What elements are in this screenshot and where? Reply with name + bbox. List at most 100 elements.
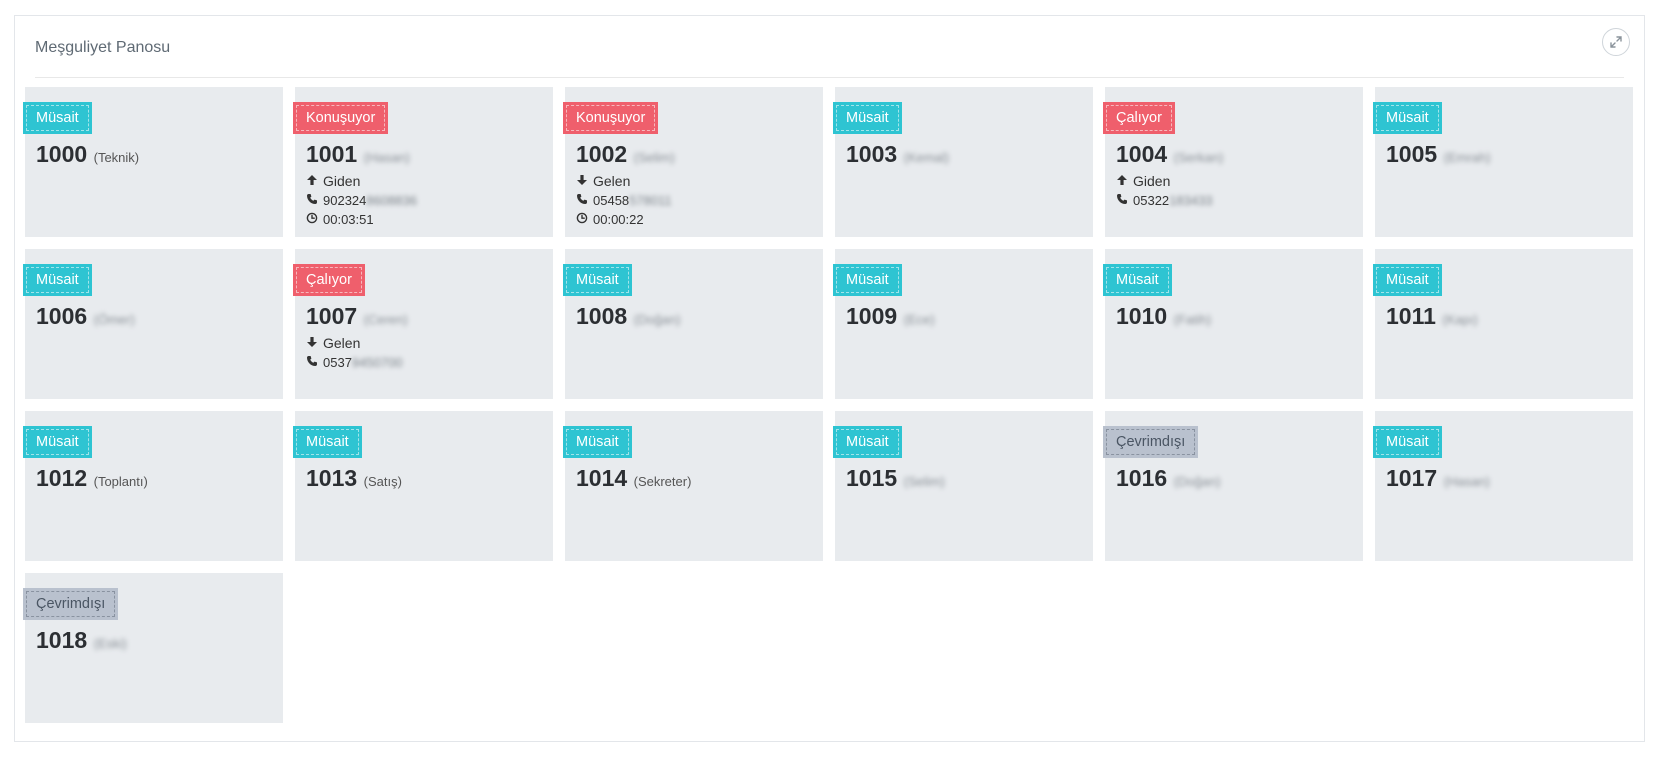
extension-name: (Kemal) (903, 150, 950, 165)
extension-card-1007[interactable]: Çalıyor 1007 (Ceren) Gelen 05379450700 (293, 249, 553, 399)
extension-number: 1012 (36, 465, 88, 491)
caller-number-visible: 0537 (323, 355, 352, 370)
extension-header: 1014 (Sekreter) (576, 465, 691, 492)
caller-number-visible: 902324 (323, 193, 367, 208)
extension-name: (Emrah) (1443, 150, 1491, 165)
extension-header: 1013 (Satış) (306, 465, 402, 492)
extension-card-1015[interactable]: Müsait 1015 (Selim) (833, 411, 1093, 561)
caller-number: 05379450700 (306, 353, 403, 372)
extension-card-1011[interactable]: Müsait 1011 (Kapı) (1373, 249, 1633, 399)
status-badge: Müsait (1373, 264, 1442, 296)
extension-card-1002[interactable]: Konuşuyor 1002 (Selim) Gelen 05458578011 0… (563, 87, 823, 237)
call-details: Gelen 05379450700 (306, 334, 403, 372)
arrow-down-icon (576, 172, 588, 191)
extension-card-1012[interactable]: Müsait 1012 (Toplantı) (23, 411, 283, 561)
extension-header: 1016 (Doğan) (1116, 465, 1221, 492)
status-badge: Konuşuyor (563, 102, 659, 134)
extension-header: 1012 (Toplantı) (36, 465, 148, 492)
extension-card-1013[interactable]: Müsait 1013 (Satış) (293, 411, 553, 561)
extension-number: 1007 (306, 303, 358, 329)
extension-name: (Eski) (93, 636, 127, 651)
caller-number-visible: 05458 (593, 193, 630, 208)
call-details: Giden 05322183433 (1116, 172, 1213, 210)
status-badge: Müsait (833, 426, 902, 458)
arrow-up-icon (306, 172, 318, 191)
phone-icon (1116, 191, 1128, 210)
extension-number: 1011 (1386, 303, 1436, 329)
status-badge: Müsait (1103, 264, 1172, 296)
status-badge: Müsait (1373, 426, 1442, 458)
panel-header: Meşguliyet Panosu (35, 16, 1630, 78)
extension-card-1016[interactable]: Çevrimdışı 1016 (Doğan) (1103, 411, 1363, 561)
extension-name: (Kapı) (1442, 312, 1478, 327)
extension-card-1005[interactable]: Müsait 1005 (Emrah) (1373, 87, 1633, 237)
status-badge: Müsait (833, 102, 902, 134)
extension-header: 1017 (Hasan) (1386, 465, 1490, 492)
extension-card-1017[interactable]: Müsait 1017 (Hasan) (1373, 411, 1633, 561)
call-direction-label: Gelen (323, 335, 361, 351)
clock-icon (576, 210, 588, 229)
extension-card-1009[interactable]: Müsait 1009 (Ece) (833, 249, 1093, 399)
extension-name: (Hasan) (1443, 474, 1490, 489)
extension-name: (Toplantı) (93, 474, 148, 489)
extension-header: 1010 (Fatih) (1116, 303, 1211, 330)
extension-name: (Doğan) (633, 312, 681, 327)
extension-grid: Müsait 1000 (Teknik) Konuşuyor 1001 (Has… (23, 87, 1637, 723)
extension-number: 1016 (1116, 465, 1168, 491)
extension-card-1004[interactable]: Çalıyor 1004 (Serkan) Giden 05322183433 (1103, 87, 1363, 237)
call-duration-value: 00:00:22 (593, 212, 644, 227)
extension-header: 1018 (Eski) (36, 627, 127, 654)
extension-number: 1008 (576, 303, 628, 329)
extension-card-1001[interactable]: Konuşuyor 1001 (Hasan) Giden 902324860883… (293, 87, 553, 237)
extension-name: (Sekreter) (633, 474, 692, 489)
expand-button[interactable] (1602, 28, 1630, 56)
call-direction-label: Gelen (593, 173, 631, 189)
extension-card-1018[interactable]: Çevrimdışı 1018 (Eski) (23, 573, 283, 723)
extension-header: 1002 (Selim) (576, 141, 675, 168)
extension-name: (Ömer) (93, 312, 135, 327)
extension-header: 1004 (Serkan) (1116, 141, 1223, 168)
panel-title: Meşguliyet Panosu (35, 39, 171, 56)
call-details: Gelen 05458578011 00:00:22 (576, 172, 672, 229)
extension-header: 1005 (Emrah) (1386, 141, 1491, 168)
status-badge: Müsait (23, 264, 92, 296)
call-direction: Gelen (576, 172, 672, 191)
caller-number-hidden: 9450700 (351, 355, 403, 370)
call-direction: Giden (306, 172, 417, 191)
caller-number-hidden: 578011 (629, 193, 672, 208)
extension-number: 1014 (576, 465, 628, 491)
extension-card-1008[interactable]: Müsait 1008 (Doğan) (563, 249, 823, 399)
extension-number: 1015 (846, 465, 898, 491)
phone-icon (576, 191, 588, 210)
extension-header: 1007 (Ceren) (306, 303, 408, 330)
extension-number: 1018 (36, 627, 88, 653)
extension-name: (Serkan) (1173, 150, 1224, 165)
call-direction-label: Giden (1133, 173, 1171, 189)
extension-header: 1001 (Hasan) (306, 141, 410, 168)
extension-card-1006[interactable]: Müsait 1006 (Ömer) (23, 249, 283, 399)
status-badge: Müsait (1373, 102, 1442, 134)
extension-header: 1006 (Ömer) (36, 303, 135, 330)
extension-number: 1017 (1386, 465, 1438, 491)
arrow-up-icon (1116, 172, 1128, 191)
extension-card-1000[interactable]: Müsait 1000 (Teknik) (23, 87, 283, 237)
call-duration: 00:03:51 (306, 210, 417, 229)
extension-number: 1003 (846, 141, 898, 167)
arrow-down-icon (306, 334, 318, 353)
extension-name: (Ceren) (363, 312, 408, 327)
extension-name: (Selim) (633, 150, 675, 165)
caller-number-visible: 05322 (1133, 193, 1170, 208)
extension-card-1010[interactable]: Müsait 1010 (Fatih) (1103, 249, 1363, 399)
extension-number: 1009 (846, 303, 898, 329)
status-badge: Müsait (23, 102, 92, 134)
status-badge: Çalıyor (1103, 102, 1175, 134)
extension-number: 1000 (36, 141, 88, 167)
extension-card-1014[interactable]: Müsait 1014 (Sekreter) (563, 411, 823, 561)
extension-number: 1001 (306, 141, 358, 167)
busy-board-panel: Meşguliyet Panosu Müsait 1000 (Teknik) K… (14, 15, 1645, 742)
extension-number: 1006 (36, 303, 88, 329)
extension-header: 1000 (Teknik) (36, 141, 139, 168)
caller-number: 05322183433 (1116, 191, 1213, 210)
extension-card-1003[interactable]: Müsait 1003 (Kemal) (833, 87, 1093, 237)
extension-number: 1005 (1386, 141, 1438, 167)
